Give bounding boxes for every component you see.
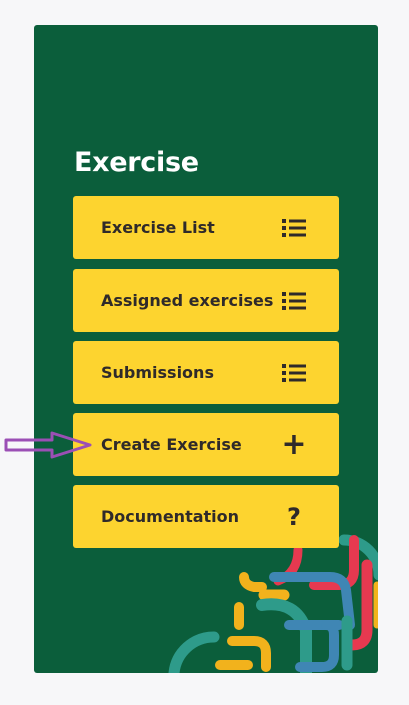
plus-icon: +: [281, 426, 307, 462]
exercise-list-button[interactable]: Exercise List: [73, 196, 339, 259]
arrow-icon: [4, 431, 92, 459]
panel-title: Exercise: [74, 147, 199, 178]
menu-label: Create Exercise: [101, 435, 242, 454]
menu-label: Exercise List: [101, 218, 215, 237]
exercise-panel: Exercise Exercise List Assigned exercise…: [34, 25, 378, 673]
list-icon: [281, 215, 307, 241]
documentation-button[interactable]: Documentation ?: [73, 485, 339, 548]
menu-label: Documentation: [101, 507, 240, 526]
assigned-exercises-button[interactable]: Assigned exercises: [73, 269, 339, 332]
menu-label: Submissions: [101, 363, 214, 382]
question-icon: ?: [287, 502, 301, 531]
menu-label: Assigned exercises: [101, 291, 274, 310]
submissions-button[interactable]: Submissions: [73, 341, 339, 404]
list-icon: [281, 360, 307, 386]
list-icon: [281, 288, 307, 314]
create-exercise-button[interactable]: Create Exercise +: [73, 413, 339, 476]
